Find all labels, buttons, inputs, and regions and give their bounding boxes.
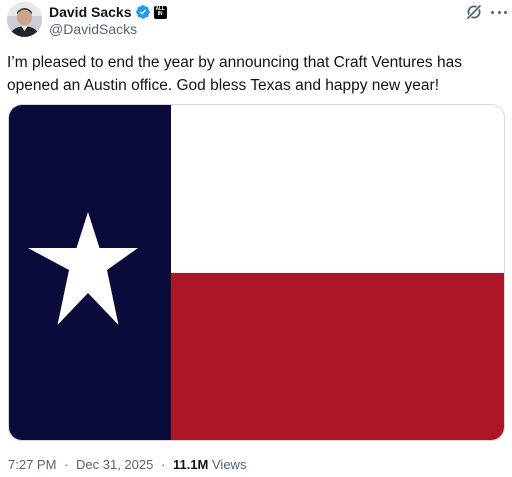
flag-white-stripe — [171, 105, 504, 273]
affiliation-badge[interactable]: ALL IN — [153, 5, 167, 19]
tweet-meta: 7:27 PM · Dec 31, 2025 · 11.1M Views — [8, 457, 246, 472]
tweet-date[interactable]: Dec 31, 2025 — [76, 457, 153, 472]
flag-red-stripe — [171, 273, 504, 440]
author-handle[interactable]: @DavidSacks — [49, 21, 137, 37]
verified-badge-icon — [135, 4, 151, 20]
more-icon[interactable] — [491, 4, 507, 20]
views-count[interactable]: 11.1M — [173, 457, 208, 472]
texas-flag — [9, 105, 504, 440]
views-label: Views — [212, 457, 247, 472]
author-display-name[interactable]: David Sacks — [49, 4, 132, 20]
more-dot — [491, 10, 494, 14]
tweet-text-line: opened an Austin office. God bless Texas… — [7, 77, 440, 94]
tweet-media-image[interactable] — [8, 104, 505, 441]
meta-separator: · — [64, 457, 69, 472]
tweet-time[interactable]: 7:27 PM — [8, 457, 56, 472]
affiliation-badge-line-2: IN — [157, 11, 163, 17]
grok-icon[interactable] — [466, 4, 482, 20]
more-dot — [497, 10, 501, 14]
avatar[interactable] — [7, 2, 42, 37]
tweet-text-line: I’m pleased to end the year by announcin… — [7, 54, 462, 71]
avatar-photo — [7, 2, 42, 37]
tweet-text: I’m pleased to end the year by announcin… — [7, 51, 505, 97]
author-name-row: David Sacks ALL IN — [49, 3, 167, 21]
tweet: David Sacks ALL IN @DavidSacks I’m pleas… — [0, 0, 512, 477]
meta-separator: · — [160, 457, 166, 472]
more-dot — [504, 10, 507, 14]
